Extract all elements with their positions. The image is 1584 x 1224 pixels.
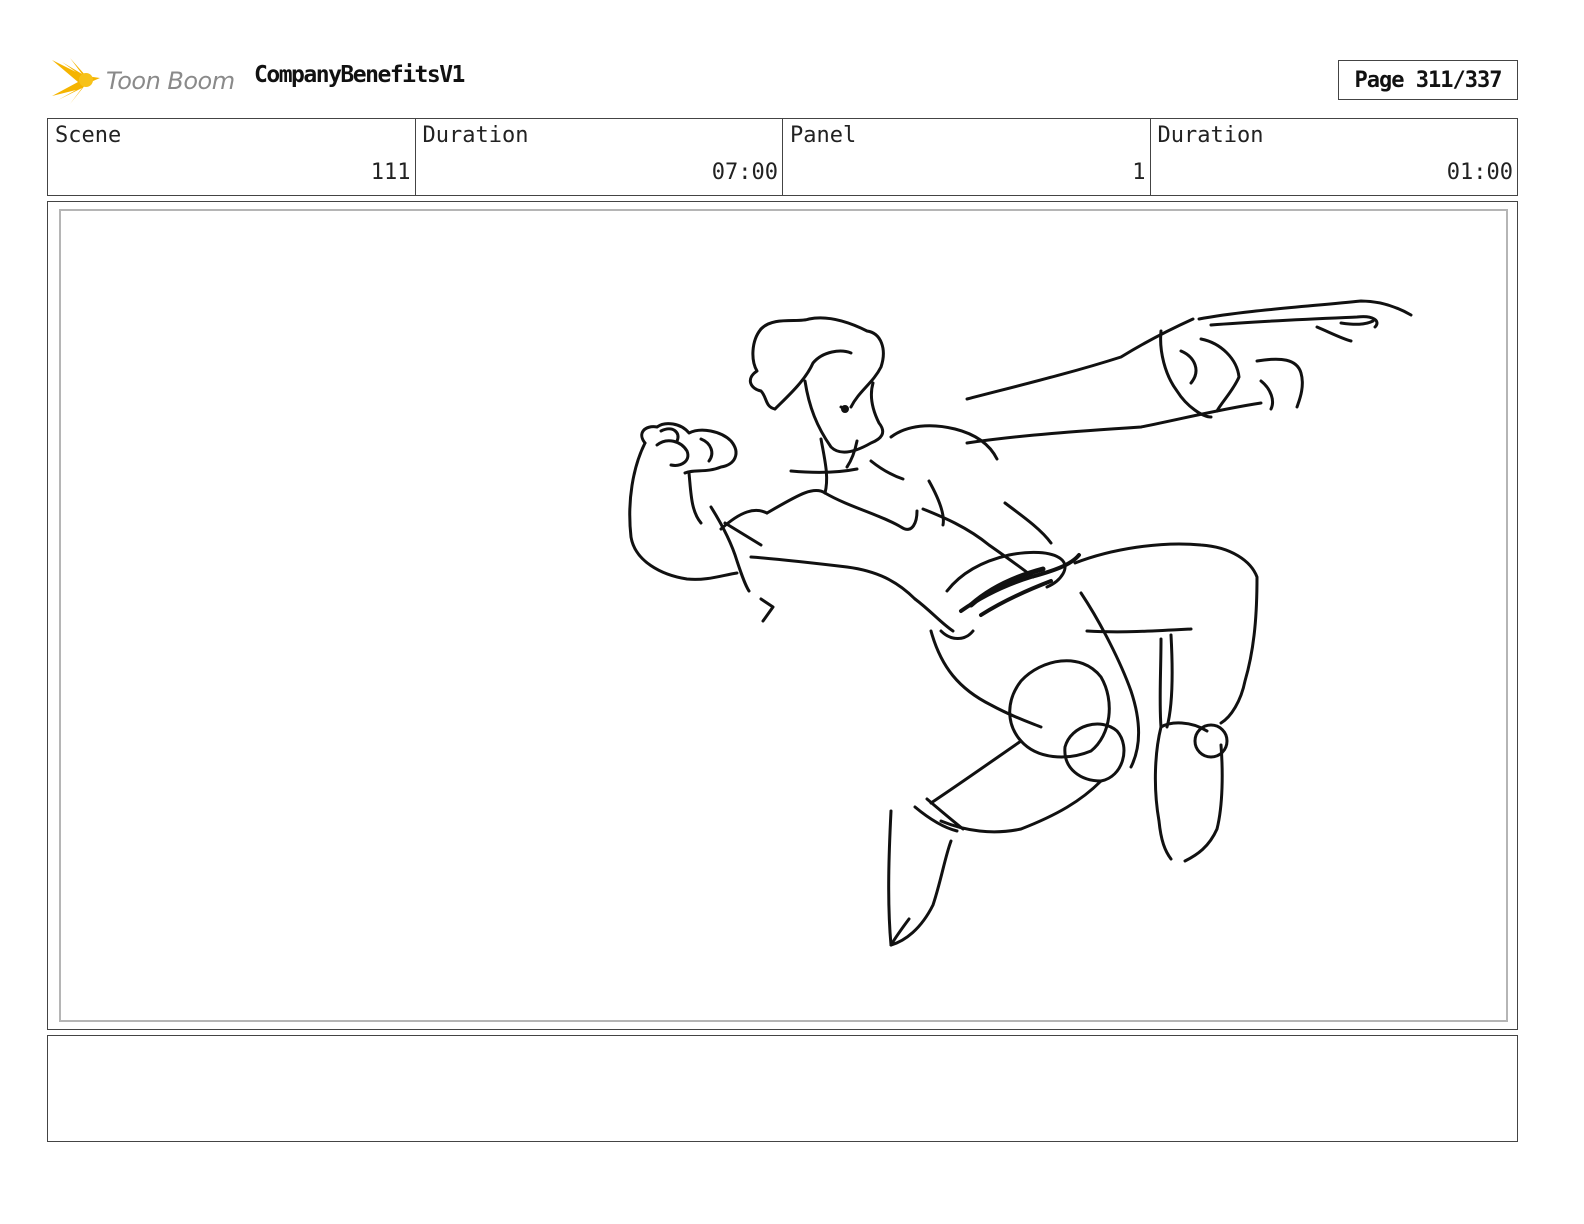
toon-boom-star-icon [52, 58, 100, 104]
project-title: CompanyBenefitsV1 [254, 62, 465, 88]
scene-value: 111 [370, 160, 411, 185]
toon-boom-logo: Toon Boom [52, 56, 242, 106]
panel-label: Panel [790, 123, 857, 148]
scene-cell: Scene 111 [48, 119, 416, 195]
page-number: Page 311/337 [1338, 60, 1518, 100]
logo-text: Toon Boom [106, 67, 235, 95]
panel-cell: Panel 1 [783, 119, 1151, 195]
storyboard-panel [47, 201, 1518, 1030]
panel-duration-cell: Duration 01:00 [1151, 119, 1518, 195]
panel-drawing-area [59, 209, 1508, 1022]
notes-box [47, 1035, 1518, 1142]
scene-duration-value: 07:00 [711, 160, 778, 185]
panel-value: 1 [1132, 160, 1146, 185]
panel-duration-value: 01:00 [1446, 160, 1513, 185]
scene-duration-cell: Duration 07:00 [416, 119, 783, 195]
scene-label: Scene [55, 123, 122, 148]
scene-duration-label: Duration [422, 123, 529, 148]
panel-duration-label: Duration [1157, 123, 1264, 148]
character-sketch [628, 299, 1413, 947]
info-row: Scene 111 Duration 07:00 Panel 1 Duratio… [47, 118, 1518, 196]
